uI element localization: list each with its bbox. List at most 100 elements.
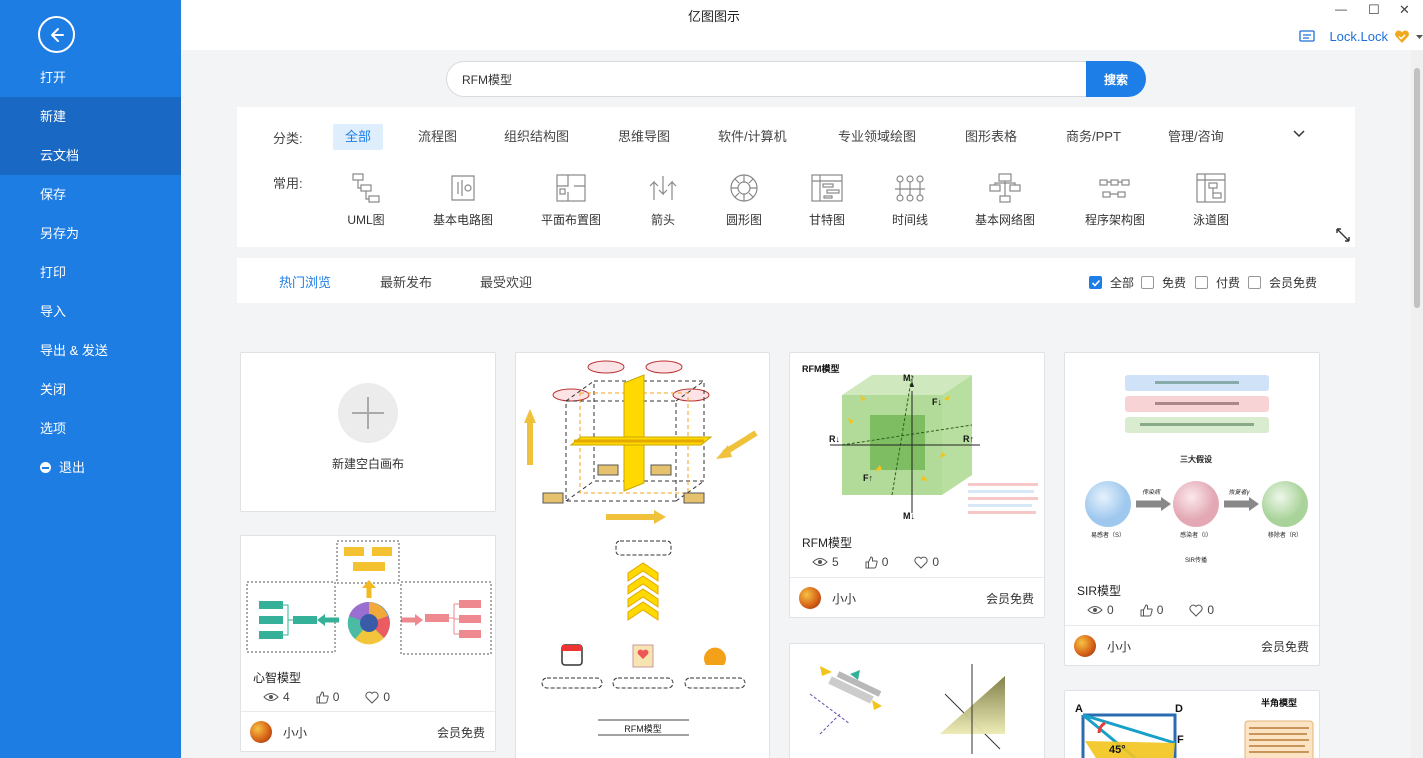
common-tool-swimlane[interactable]: 泳道图 <box>1191 171 1231 228</box>
heart-icon[interactable] <box>365 691 379 704</box>
category-tab-management[interactable]: 管理/咨询 <box>1156 124 1236 150</box>
card-author[interactable]: 小小 <box>832 590 856 607</box>
category-tab-mindmap[interactable]: 思维导图 <box>606 124 682 150</box>
rfm-r-left: R↓ <box>829 434 840 444</box>
half-angle: 45° <box>1109 744 1126 756</box>
timeline-icon <box>895 175 925 202</box>
rfm-caption: RFM模型 <box>624 724 662 734</box>
common-tool-circle[interactable]: 圆形图 <box>722 171 766 228</box>
category-tab-software[interactable]: 软件/计算机 <box>706 124 799 150</box>
checkbox-icon[interactable] <box>1248 276 1261 289</box>
search-input[interactable] <box>446 61 1088 97</box>
category-tab-business[interactable]: 商务/PPT <box>1054 124 1133 150</box>
tab-hot[interactable]: 热门浏览 <box>279 272 331 291</box>
common-tool-circuit[interactable]: 基本电路图 <box>427 171 499 228</box>
avatar[interactable] <box>250 721 272 743</box>
template-card[interactable]: RFM模型 M↑ M↓ R↓ R↑ F↓ F↑ RFM模型 5 0 0 小小 会… <box>789 352 1045 618</box>
eye-icon <box>1087 606 1103 614</box>
card-price-badge: 会员免费 <box>1260 640 1309 654</box>
sidebar-item-options[interactable]: 选项 <box>0 409 181 448</box>
card-footer: 小小 会员免费 <box>1065 625 1319 665</box>
uml-icon <box>352 173 380 203</box>
message-icon[interactable] <box>1299 29 1316 44</box>
new-blank-canvas-card[interactable]: 新建空白画布 <box>240 352 496 512</box>
sir-title: 三大假设 <box>1180 454 1212 464</box>
search-button[interactable]: 搜索 <box>1086 61 1146 97</box>
back-button[interactable] <box>38 16 75 53</box>
eye-icon <box>812 558 828 566</box>
category-tab-all[interactable]: 全部 <box>333 124 384 150</box>
rfm-f-down: F↑ <box>863 473 873 483</box>
thumbs-up-icon[interactable] <box>1140 603 1153 617</box>
common-tool-label: 程序架构图 <box>1084 213 1145 227</box>
filter-all[interactable]: 全部 <box>1089 274 1134 291</box>
common-tool-network[interactable]: 基本网络图 <box>972 171 1038 228</box>
template-card-rfm-3d[interactable]: RFM模型 <box>515 352 770 758</box>
common-tool-timeline[interactable]: 时间线 <box>888 171 932 228</box>
filter-free[interactable]: 免费 <box>1141 274 1186 291</box>
category-tab-professional[interactable]: 专业领域绘图 <box>826 124 928 150</box>
close-button[interactable]: ✕ <box>1399 2 1410 18</box>
category-tab-org[interactable]: 组织结构图 <box>492 124 581 150</box>
sidebar-item-exit[interactable]: 退出 <box>0 448 181 487</box>
avatar[interactable] <box>799 587 821 609</box>
common-label: 常用: <box>273 176 303 191</box>
template-card-partial[interactable] <box>789 643 1045 758</box>
heart-icon[interactable] <box>914 556 928 569</box>
card-author[interactable]: 小小 <box>283 724 307 741</box>
sir-s: 易感者（S） <box>1091 531 1125 539</box>
eye-icon <box>263 693 279 701</box>
category-panel: 分类: 全部 流程图 组织结构图 思维导图 软件/计算机 专业领域绘图 图形表格… <box>237 107 1355 247</box>
filter-paid[interactable]: 付费 <box>1195 274 1240 291</box>
sidebar-item-new[interactable]: 新建 <box>0 97 181 136</box>
avatar[interactable] <box>1074 635 1096 657</box>
checkbox-icon[interactable] <box>1195 276 1208 289</box>
user-name[interactable]: Lock.Lock <box>1329 29 1388 44</box>
template-card-partial[interactable]: 半角模型 A D F 45° <box>1064 690 1320 758</box>
category-label: 分类: <box>273 131 303 146</box>
checkbox-checked-icon[interactable] <box>1089 276 1102 289</box>
sidebar-item-open[interactable]: 打开 <box>0 58 181 97</box>
card-title: 心智模型 <box>253 671 302 685</box>
tab-latest[interactable]: 最新发布 <box>380 272 432 291</box>
tab-popular[interactable]: 最受欢迎 <box>480 272 532 291</box>
category-tab-tables[interactable]: 图形表格 <box>953 124 1029 150</box>
sidebar-item-export[interactable]: 导出 & 发送 <box>0 331 181 370</box>
sidebar-item-save-as[interactable]: 另存为 <box>0 214 181 253</box>
maximize-button[interactable]: ☐ <box>1368 2 1380 18</box>
sidebar-menu: 打开 新建 云文档 保存 另存为 打印 导入 导出 & 发送 关闭 选项 退出 <box>0 58 181 487</box>
heart-icon[interactable] <box>1189 604 1203 617</box>
sidebar-item-cloud[interactable]: 云文档 <box>0 136 181 175</box>
user-area[interactable]: Lock.Lock <box>1299 29 1423 44</box>
common-tool-uml[interactable]: UML图 <box>341 171 391 228</box>
sidebar-item-print[interactable]: 打印 <box>0 253 181 292</box>
blank-canvas-label: 新建空白画布 <box>331 457 404 471</box>
sidebar-item-save[interactable]: 保存 <box>0 175 181 214</box>
thumbs-up-icon[interactable] <box>316 690 329 704</box>
template-card[interactable]: 心智模型 4 0 0 小小 会员免费 <box>240 535 496 752</box>
sidebar-item-import[interactable]: 导入 <box>0 292 181 331</box>
swimlane-icon <box>1196 173 1226 203</box>
template-thumbnail: RFM模型 <box>524 360 758 736</box>
rfm-f-up: F↓ <box>932 397 942 407</box>
common-tool-architecture[interactable]: 程序架构图 <box>1080 171 1150 228</box>
minimize-button[interactable]: — <box>1335 2 1347 16</box>
category-tab-flowchart[interactable]: 流程图 <box>406 124 469 150</box>
card-price-badge: 会员免费 <box>436 726 485 740</box>
vertical-scrollbar[interactable] <box>1411 50 1423 758</box>
checkbox-icon[interactable] <box>1141 276 1154 289</box>
fullscreen-icon[interactable] <box>1335 227 1351 243</box>
common-tool-floorplan[interactable]: 平面布置图 <box>534 171 608 228</box>
template-card[interactable]: 三大假设 传染病 恢复者γ 易感者（S） 感染者（I） 移除者（R） SIR传播… <box>1064 352 1320 666</box>
common-tool-gantt[interactable]: 甘特图 <box>805 171 849 228</box>
sidebar-item-close[interactable]: 关闭 <box>0 370 181 409</box>
card-likes: 0 <box>1156 603 1164 617</box>
common-tool-arrow[interactable]: 箭头 <box>643 171 683 228</box>
expand-categories-icon[interactable] <box>1292 127 1306 141</box>
add-icon[interactable] <box>338 383 398 443</box>
card-author[interactable]: 小小 <box>1107 638 1131 655</box>
scrollbar-thumb[interactable] <box>1414 68 1420 308</box>
chevron-down-icon[interactable] <box>1416 34 1423 40</box>
filter-member-free[interactable]: 会员免费 <box>1248 274 1317 291</box>
thumbs-up-icon[interactable] <box>865 555 878 569</box>
